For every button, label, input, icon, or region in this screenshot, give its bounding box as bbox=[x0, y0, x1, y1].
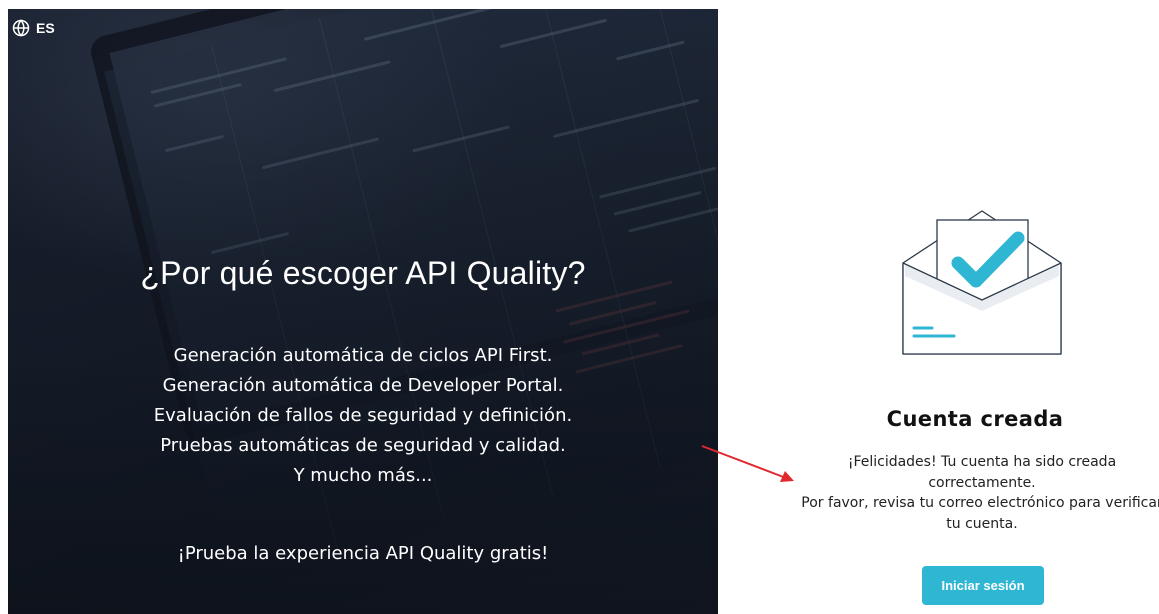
confirmation-message-verify: Por favor, revisa tu correo electrónico … bbox=[801, 495, 1159, 532]
envelope-check-icon bbox=[902, 210, 1062, 355]
hero-panel bbox=[8, 9, 718, 614]
hero-overlay bbox=[8, 9, 718, 614]
confirmation-title: Cuenta creada bbox=[886, 407, 1064, 431]
feature-item: Evaluación de fallos de seguridad y defi… bbox=[153, 405, 573, 426]
feature-item: Generación automática de Developer Porta… bbox=[162, 375, 564, 396]
feature-item: Y mucho más... bbox=[293, 465, 433, 486]
confirmation-message: ¡Felicidades! Tu cuenta ha sido creada c… bbox=[800, 452, 1159, 534]
feature-item: Generación automática de ciclos API Firs… bbox=[173, 345, 553, 366]
hero-cta-text: ¡Prueba la experiencia API Quality grati… bbox=[177, 543, 549, 564]
login-button[interactable]: Iniciar sesión bbox=[922, 566, 1044, 605]
feature-item: Pruebas automáticas de seguridad y calid… bbox=[160, 435, 566, 456]
feature-list: Generación automática de ciclos API Firs… bbox=[8, 341, 718, 491]
hero-title: ¿Por qué escoger API Quality? bbox=[140, 255, 586, 291]
globe-icon bbox=[12, 19, 30, 37]
language-code: ES bbox=[36, 20, 55, 36]
confirmation-message-congrats: ¡Felicidades! Tu cuenta ha sido creada c… bbox=[847, 454, 1117, 491]
language-selector[interactable]: ES bbox=[12, 19, 55, 37]
